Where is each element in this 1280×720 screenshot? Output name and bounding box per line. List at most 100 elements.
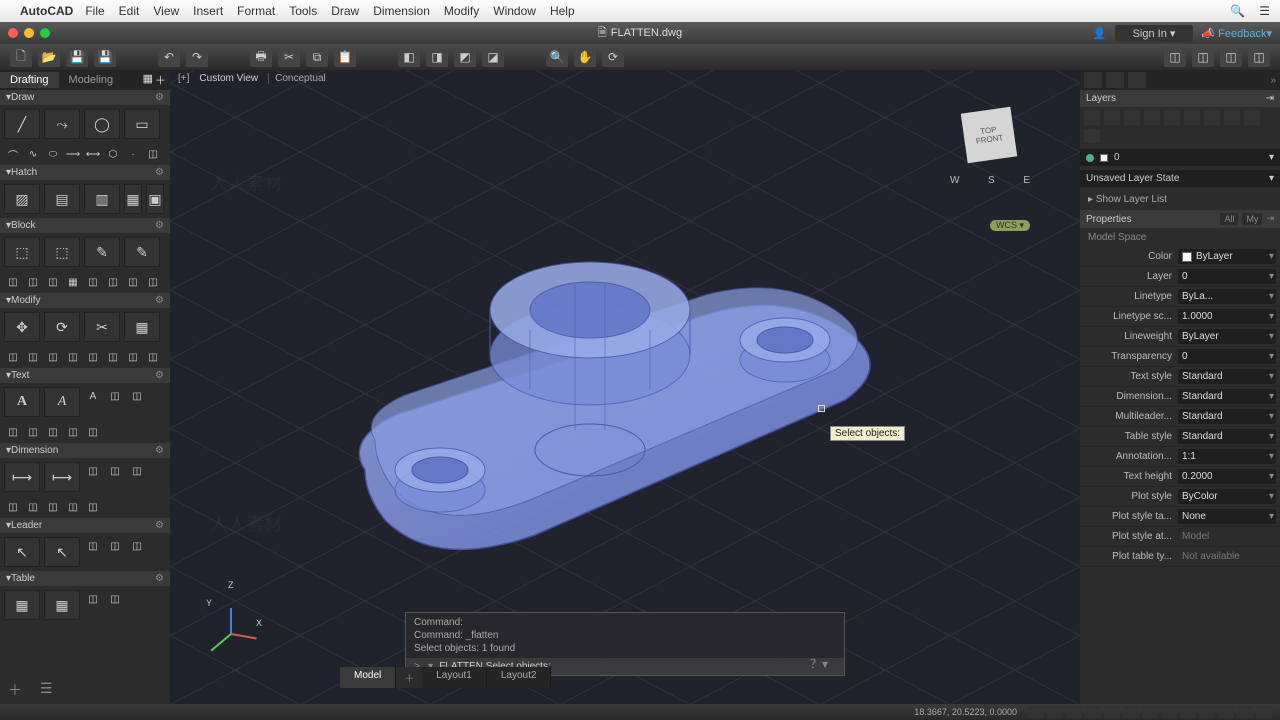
prop-row[interactable]: Text height0.2000▾ bbox=[1080, 467, 1280, 487]
layer-icon[interactable] bbox=[1084, 111, 1100, 125]
view-name[interactable]: Custom View bbox=[195, 72, 262, 85]
ldr-a[interactable]: ◫ bbox=[84, 537, 102, 555]
region-tool[interactable]: ◫ bbox=[144, 145, 162, 163]
gear-icon[interactable]: ⚙ bbox=[155, 295, 164, 306]
dim2-b[interactable]: ◫ bbox=[24, 498, 42, 516]
txt-b[interactable]: ◫ bbox=[106, 387, 124, 405]
tab-drafting[interactable]: Drafting bbox=[0, 72, 59, 88]
open-button[interactable]: 📂 bbox=[38, 47, 60, 67]
feedback-button[interactable]: 📣 Feedback▾ bbox=[1201, 27, 1272, 40]
tool-b[interactable]: ◨ bbox=[426, 47, 448, 67]
status-btn[interactable] bbox=[1256, 706, 1272, 718]
ellipse-tool[interactable]: ⬭ bbox=[44, 145, 62, 163]
txt-c[interactable]: ◫ bbox=[128, 387, 146, 405]
leader2-tool[interactable]: ↖ bbox=[44, 537, 80, 567]
viewport-switch-icon[interactable]: [+] bbox=[178, 73, 189, 84]
redo-button[interactable]: ↷ bbox=[186, 47, 208, 67]
pan-button[interactable]: ✋ bbox=[574, 47, 596, 67]
rtab-3[interactable] bbox=[1128, 72, 1146, 88]
dim-c[interactable]: ◫ bbox=[128, 462, 146, 480]
prop-row[interactable]: Plot table ty...Not available bbox=[1080, 547, 1280, 567]
print-button[interactable]: 🖶 bbox=[250, 47, 272, 67]
list-palette[interactable]: ☰ bbox=[40, 680, 53, 700]
blk-g[interactable]: ◫ bbox=[124, 273, 142, 291]
ldr-c[interactable]: ◫ bbox=[128, 537, 146, 555]
dim-linear[interactable]: ⟼ bbox=[4, 462, 40, 492]
blk-h[interactable]: ◫ bbox=[144, 273, 162, 291]
model-space[interactable]: Model Space bbox=[1080, 228, 1280, 247]
prop-value[interactable]: 0.2000▾ bbox=[1178, 469, 1276, 484]
prop-tab-my[interactable]: My bbox=[1242, 213, 1262, 225]
zoom-button[interactable] bbox=[40, 28, 50, 38]
gear-icon[interactable]: ⚙ bbox=[155, 520, 164, 531]
menu-edit[interactable]: Edit bbox=[119, 4, 140, 18]
gear-icon[interactable]: ⚙ bbox=[155, 573, 164, 584]
txt2-c[interactable]: ◫ bbox=[44, 423, 62, 441]
mod-d[interactable]: ◫ bbox=[64, 348, 82, 366]
tool-c[interactable]: ◩ bbox=[454, 47, 476, 67]
txt2-a[interactable]: ◫ bbox=[4, 423, 22, 441]
status-btn[interactable] bbox=[1199, 706, 1215, 718]
prop-row[interactable]: Multileader...Standard▾ bbox=[1080, 407, 1280, 427]
prop-row[interactable]: LineweightByLayer▾ bbox=[1080, 327, 1280, 347]
prop-value[interactable]: Standard▾ bbox=[1178, 369, 1276, 384]
layer-icon[interactable] bbox=[1204, 111, 1220, 125]
prop-value[interactable]: 1.0000▾ bbox=[1178, 309, 1276, 324]
sec-leader[interactable]: Leader bbox=[11, 520, 42, 531]
polygon-tool[interactable]: ⬡ bbox=[104, 145, 122, 163]
ray-tool[interactable]: ⟶ bbox=[64, 145, 82, 163]
prop-value[interactable]: ByLa...▾ bbox=[1178, 289, 1276, 304]
rect-tool[interactable]: ▭ bbox=[124, 109, 160, 139]
gear-icon[interactable]: ⚙ bbox=[155, 92, 164, 103]
menu-format[interactable]: Format bbox=[237, 4, 275, 18]
layers-pin-icon[interactable]: ⇥ bbox=[1266, 93, 1274, 104]
menu-insert[interactable]: Insert bbox=[193, 4, 223, 18]
layer-icon[interactable] bbox=[1184, 111, 1200, 125]
copy-button[interactable]: ⧉ bbox=[306, 47, 328, 67]
close-button[interactable] bbox=[8, 28, 18, 38]
block-attr[interactable]: ✎ bbox=[124, 237, 160, 267]
hatch4-tool[interactable]: ▦ bbox=[124, 184, 142, 214]
prop-row[interactable]: Dimension...Standard▾ bbox=[1080, 387, 1280, 407]
list-icon[interactable]: ☰ bbox=[1259, 4, 1270, 18]
status-btn[interactable] bbox=[1142, 706, 1158, 718]
menu-window[interactable]: Window bbox=[493, 4, 536, 18]
show-layer-list[interactable]: ▸ Show Layer List bbox=[1080, 189, 1280, 210]
trim-tool[interactable]: ✂ bbox=[84, 312, 120, 342]
dim2-d[interactable]: ◫ bbox=[64, 498, 82, 516]
layer-icon[interactable] bbox=[1104, 111, 1120, 125]
mod-a[interactable]: ◫ bbox=[4, 348, 22, 366]
sec-table[interactable]: Table bbox=[11, 573, 35, 584]
tab-model[interactable]: Model bbox=[340, 667, 396, 688]
signin-button[interactable]: Sign In ▾ bbox=[1115, 25, 1194, 42]
prop-row[interactable]: Text styleStandard▾ bbox=[1080, 367, 1280, 387]
layer-icon[interactable] bbox=[1244, 111, 1260, 125]
menu-dimension[interactable]: Dimension bbox=[373, 4, 430, 18]
ucs-icon[interactable]: Z Y X bbox=[200, 584, 260, 644]
blk-d[interactable]: ▦ bbox=[64, 273, 82, 291]
prop-value[interactable]: 1:1▾ bbox=[1178, 449, 1276, 464]
tool-g[interactable]: ◫ bbox=[1220, 47, 1242, 67]
status-btn[interactable] bbox=[1123, 706, 1139, 718]
dim-b[interactable]: ◫ bbox=[106, 462, 124, 480]
hatch-tool[interactable]: ▨ bbox=[4, 184, 40, 214]
prop-value[interactable]: Standard▾ bbox=[1178, 429, 1276, 444]
arc-tool[interactable]: ⌒ bbox=[4, 145, 22, 163]
txt2-e[interactable]: ◫ bbox=[84, 423, 102, 441]
gradient-tool[interactable]: ▤ bbox=[44, 184, 80, 214]
table2-tool[interactable]: ▦ bbox=[44, 590, 80, 620]
layer-icon[interactable] bbox=[1224, 111, 1240, 125]
mtext-tool[interactable]: A bbox=[4, 387, 40, 417]
mod-e[interactable]: ◫ bbox=[84, 348, 102, 366]
palette-grid-icon[interactable]: ▦ bbox=[143, 72, 153, 88]
zoom-button[interactable]: 🔍 bbox=[546, 47, 568, 67]
move-tool[interactable]: ✥ bbox=[4, 312, 40, 342]
prop-row[interactable]: Plot style ta...None▾ bbox=[1080, 507, 1280, 527]
layer-icon[interactable] bbox=[1144, 111, 1160, 125]
mod-g[interactable]: ◫ bbox=[124, 348, 142, 366]
mod-h[interactable]: ◫ bbox=[144, 348, 162, 366]
tbl-b[interactable]: ◫ bbox=[106, 590, 124, 608]
current-layer-select[interactable]: 0▾ bbox=[1080, 149, 1280, 166]
dim2-a[interactable]: ◫ bbox=[4, 498, 22, 516]
gear-icon[interactable]: ⚙ bbox=[155, 220, 164, 231]
